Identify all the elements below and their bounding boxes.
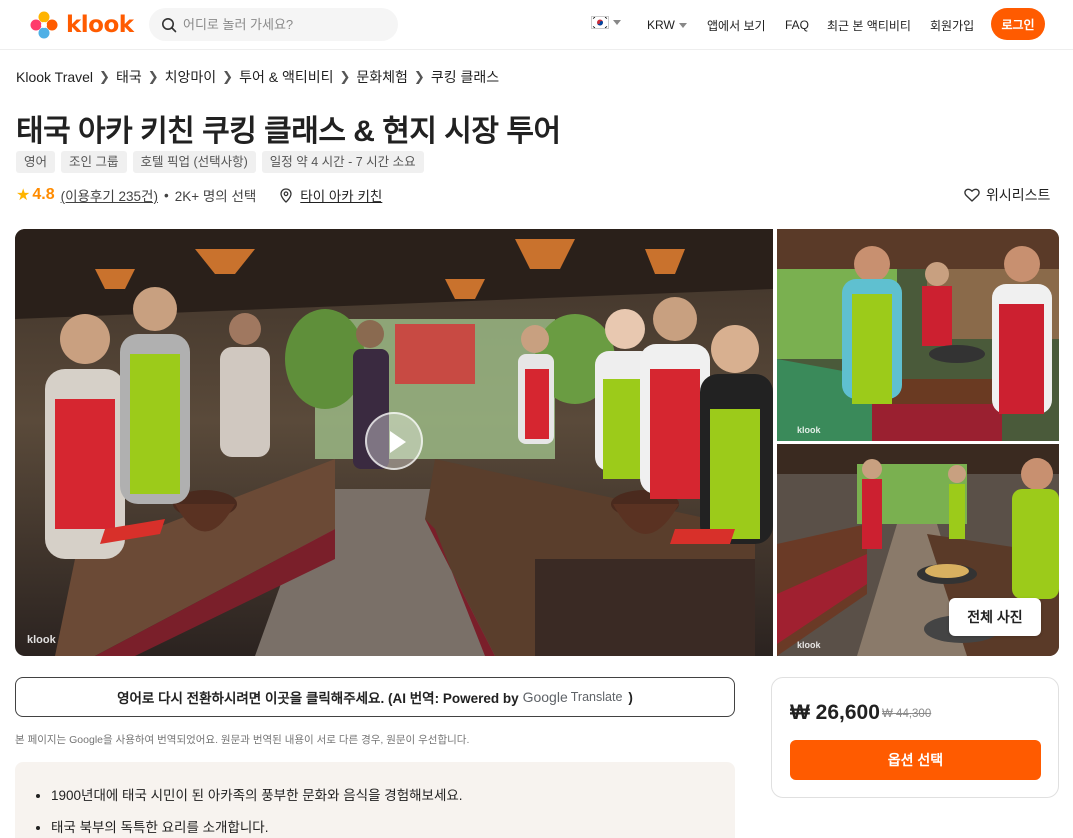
faq-label: FAQ — [785, 18, 810, 32]
select-option-button[interactable]: 옵션 선택 — [790, 740, 1041, 780]
play-video-button[interactable] — [365, 412, 423, 470]
search-bar[interactable] — [149, 8, 398, 41]
chevron-right-icon: ❯ — [222, 69, 234, 84]
app-link[interactable]: 앱에서 보기 — [707, 0, 766, 50]
currency-selector[interactable]: KRW — [647, 0, 687, 50]
breadcrumb-item[interactable]: 투어 & 액티비티 — [239, 67, 333, 87]
tag-group: 조인 그룹 — [61, 151, 127, 173]
highlight-item: 1900년대에 태국 시민이 된 아카족의 풍부한 문화와 음식을 경험해보세요… — [51, 784, 735, 804]
cooking-photo-2 — [777, 229, 1059, 441]
faq-link[interactable]: FAQ — [785, 0, 809, 50]
wishlist-button[interactable]: 위시리스트 — [964, 185, 1050, 205]
highlight-item: 태국 북부의 독특한 요리를 소개합니다. — [51, 816, 735, 836]
breadcrumb-item[interactable]: Klook Travel — [16, 69, 93, 85]
klook-watermark: klook — [797, 640, 821, 650]
booked-count: 2K+ 명의 선택 — [174, 189, 257, 204]
klook-watermark: klook — [27, 634, 56, 646]
chevron-right-icon: ❯ — [147, 69, 159, 84]
tag-pickup: 호텔 픽업 (선택사항) — [132, 151, 256, 173]
separator-dot: • — [163, 187, 169, 203]
recent-viewed-label: 최근 본 액티비티 — [827, 18, 911, 33]
currency-label: KRW — [647, 18, 675, 32]
signup-label: 회원가입 — [930, 18, 975, 33]
price-card: ₩ 26,600 ₩ 44,300 옵션 선택 — [771, 677, 1059, 798]
view-all-photos-button[interactable]: 전체 사진 — [949, 598, 1041, 636]
translate-word: Translate — [570, 690, 623, 704]
gallery-photo-2[interactable]: klook — [777, 229, 1059, 441]
search-icon — [162, 17, 177, 32]
login-button[interactable]: 로그인 — [991, 8, 1045, 40]
main-photo-video[interactable]: klook — [15, 229, 773, 656]
language-selector[interactable] — [591, 16, 621, 29]
chevron-right-icon: ❯ — [339, 69, 351, 84]
rating-value: 4.8 — [32, 186, 55, 203]
klook-logo-icon — [30, 11, 58, 39]
korea-flag-icon — [591, 16, 609, 29]
search-input[interactable] — [183, 17, 383, 32]
current-price: ₩ 26,600 — [790, 701, 880, 724]
chevron-right-icon: ❯ — [99, 69, 110, 84]
page-title: 태국 아카 키친 쿠킹 클래스 & 현지 시장 투어 — [16, 115, 561, 148]
recent-viewed-link[interactable]: 최근 본 액티비티 — [827, 0, 911, 50]
star-icon: ★ — [16, 187, 31, 204]
breadcrumb-item[interactable]: 치앙마이 — [165, 67, 217, 87]
close-paren: ) — [628, 689, 633, 705]
klook-watermark: klook — [797, 425, 821, 435]
app-link-label: 앱에서 보기 — [707, 18, 766, 33]
breadcrumb: Klook Travel ❯ 태국 ❯ 치앙마이 ❯ 투어 & 액티비티 ❯ 문… — [16, 67, 499, 87]
translate-toggle-banner[interactable]: 영어로 다시 전환하시려면 이곳을 클릭해주세요. (AI 번역: Powere… — [15, 677, 735, 717]
chevron-down-icon — [613, 20, 621, 25]
breadcrumb-item[interactable]: 문화체험 — [356, 67, 408, 87]
chevron-down-icon — [678, 22, 687, 28]
top-header: klook KRW 앱에서 보기 FAQ 최근 본 액티 — [0, 0, 1073, 50]
breadcrumb-item[interactable]: 태국 — [116, 67, 142, 87]
highlights-box: 1900년대에 태국 시민이 된 아카족의 풍부한 문화와 음식을 경험해보세요… — [15, 762, 735, 838]
tag-language: 영어 — [16, 151, 56, 173]
location-link[interactable]: 타이 아카 키친 — [300, 185, 382, 205]
product-tags: 영어 조인 그룹 호텔 픽업 (선택사항) 일정 약 4 시간 - 7 시간 소… — [16, 151, 424, 173]
rating-row: ★ 4.8 (이용후기 235건) • 2K+ 명의 선택 타이 아카 키친 — [16, 185, 382, 205]
translate-text: 영어로 다시 전환하시려면 이곳을 클릭해주세요. (AI 번역: Powere… — [117, 691, 519, 706]
klook-logo[interactable]: klook — [28, 9, 134, 41]
translation-note: 본 페이지는 Google을 사용하여 번역되었어요. 원문과 번역된 내용이 … — [15, 734, 470, 746]
location-pin-icon — [280, 187, 292, 203]
logo-text: klook — [66, 12, 134, 38]
tag-duration: 일정 약 4 시간 - 7 시간 소요 — [261, 151, 424, 173]
chevron-right-icon: ❯ — [413, 69, 425, 84]
heart-icon — [964, 188, 980, 202]
reviews-link[interactable]: (이용후기 235건) — [61, 185, 158, 205]
signup-link[interactable]: 회원가입 — [930, 0, 974, 50]
breadcrumb-item-current: 쿠킹 클래스 — [430, 69, 500, 85]
google-logo: Google — [522, 689, 568, 705]
wishlist-label: 위시리스트 — [986, 187, 1051, 203]
original-price: ₩ 44,300 — [882, 708, 932, 720]
